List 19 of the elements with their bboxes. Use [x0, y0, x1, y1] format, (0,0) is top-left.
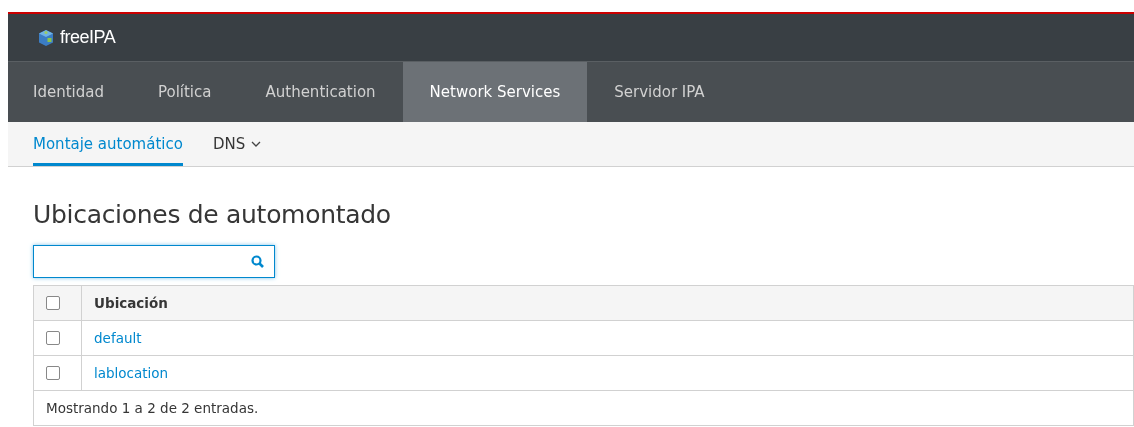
nav-tab[interactable]: Política [130, 62, 239, 122]
subnav-tab[interactable]: Montaje automático [33, 124, 183, 166]
nav-tab[interactable]: Authentication [238, 62, 403, 122]
row-checkbox[interactable] [46, 331, 60, 345]
row-checkbox[interactable] [46, 366, 60, 380]
pagination-summary: Mostrando 1 a 2 de 2 entradas. [46, 400, 259, 416]
brand-name: freeIPA [60, 27, 116, 48]
location-link[interactable]: lablocation [94, 365, 169, 381]
location-link[interactable]: default [94, 330, 142, 346]
nav-tab[interactable]: Network Services [402, 62, 588, 122]
search-icon [251, 255, 264, 268]
subnav-tab[interactable]: DNS [212, 124, 262, 166]
page-title: Ubicaciones de automontado [33, 200, 392, 229]
nav-tab[interactable]: Servidor IPA [587, 62, 732, 122]
cube-logo-icon [38, 28, 54, 47]
nav-tab[interactable]: Identidad [8, 62, 131, 122]
select-all-checkbox[interactable] [46, 296, 60, 310]
column-header[interactable]: Ubicación [94, 295, 168, 311]
search-field[interactable] [33, 245, 275, 278]
